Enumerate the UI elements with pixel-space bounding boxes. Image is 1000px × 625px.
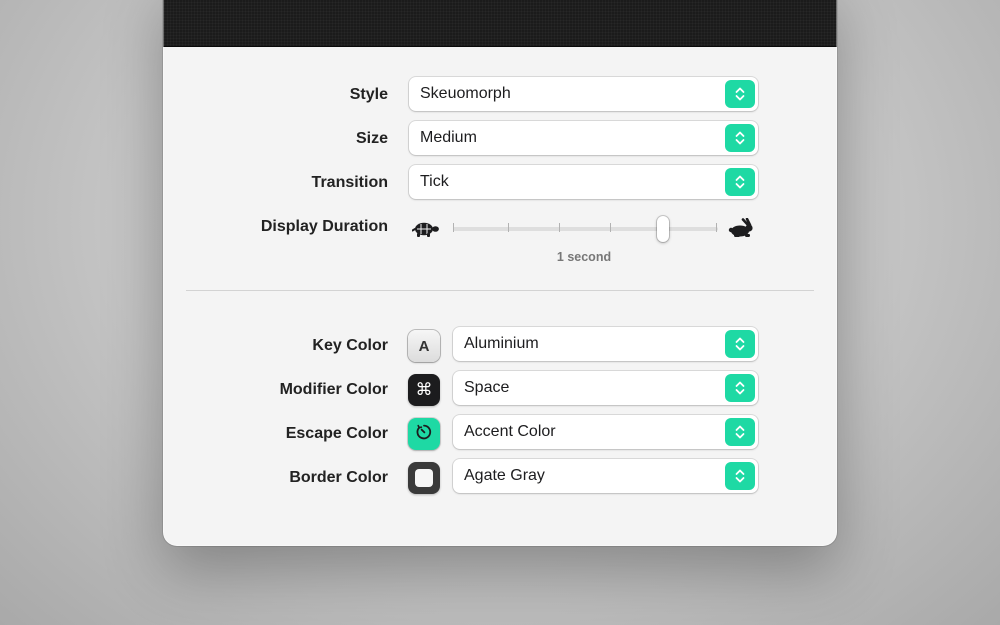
border-color-value: Agate Gray <box>464 467 545 484</box>
rabbit-icon <box>727 217 755 243</box>
border-color-swatch <box>408 462 440 494</box>
slider-tick <box>559 223 560 232</box>
escape-timer-icon <box>415 423 433 446</box>
size-value: Medium <box>420 129 477 146</box>
modifier-color-popup[interactable]: Space <box>453 371 758 405</box>
command-key-icon: ⌘ <box>415 380 433 400</box>
turtle-icon <box>411 220 440 243</box>
chevron-up-down-icon <box>725 330 755 358</box>
border-color-popup[interactable]: Agate Gray <box>453 459 758 493</box>
key-glyph: A <box>418 337 430 355</box>
slider-tick <box>610 223 611 232</box>
display-duration-label: Display Duration <box>260 218 388 235</box>
chevron-up-down-icon <box>725 418 755 446</box>
chevron-up-down-icon <box>725 462 755 490</box>
escape-color-popup[interactable]: Accent Color <box>453 415 758 449</box>
duration-slider-track[interactable] <box>453 227 718 231</box>
key-color-swatch: A <box>408 330 440 362</box>
transition-value: Tick <box>420 173 449 190</box>
chevron-up-down-icon <box>725 374 755 402</box>
slider-tick <box>716 223 717 232</box>
key-color-value: Aluminium <box>464 335 539 352</box>
settings-window: Style Skeuomorph Size Medium Transition … <box>163 0 837 546</box>
duration-value-caption: 1 second <box>556 250 612 264</box>
size-popup[interactable]: Medium <box>409 121 758 155</box>
section-divider <box>186 290 814 291</box>
border-color-label: Border Color <box>289 469 388 486</box>
duration-slider-knob[interactable] <box>657 216 670 242</box>
escape-color-value: Accent Color <box>464 423 556 440</box>
modifier-color-label: Modifier Color <box>279 381 388 398</box>
slider-tick <box>508 223 509 232</box>
escape-color-label: Escape Color <box>285 425 388 442</box>
slider-tick <box>453 223 454 232</box>
chevron-up-down-icon <box>725 80 755 108</box>
modifier-color-swatch: ⌘ <box>408 374 440 406</box>
key-color-label: Key Color <box>312 337 388 354</box>
transition-popup[interactable]: Tick <box>409 165 758 199</box>
escape-color-swatch <box>408 418 440 450</box>
transition-label: Transition <box>311 174 388 191</box>
key-color-popup[interactable]: Aluminium <box>453 327 758 361</box>
border-inner-square <box>415 469 433 487</box>
chevron-up-down-icon <box>725 168 755 196</box>
keystroke-preview-area <box>163 0 837 47</box>
style-popup[interactable]: Skeuomorph <box>409 77 758 111</box>
style-value: Skeuomorph <box>420 85 511 102</box>
chevron-up-down-icon <box>725 124 755 152</box>
size-label: Size <box>355 130 388 147</box>
style-label: Style <box>349 86 388 103</box>
modifier-color-value: Space <box>464 379 510 396</box>
